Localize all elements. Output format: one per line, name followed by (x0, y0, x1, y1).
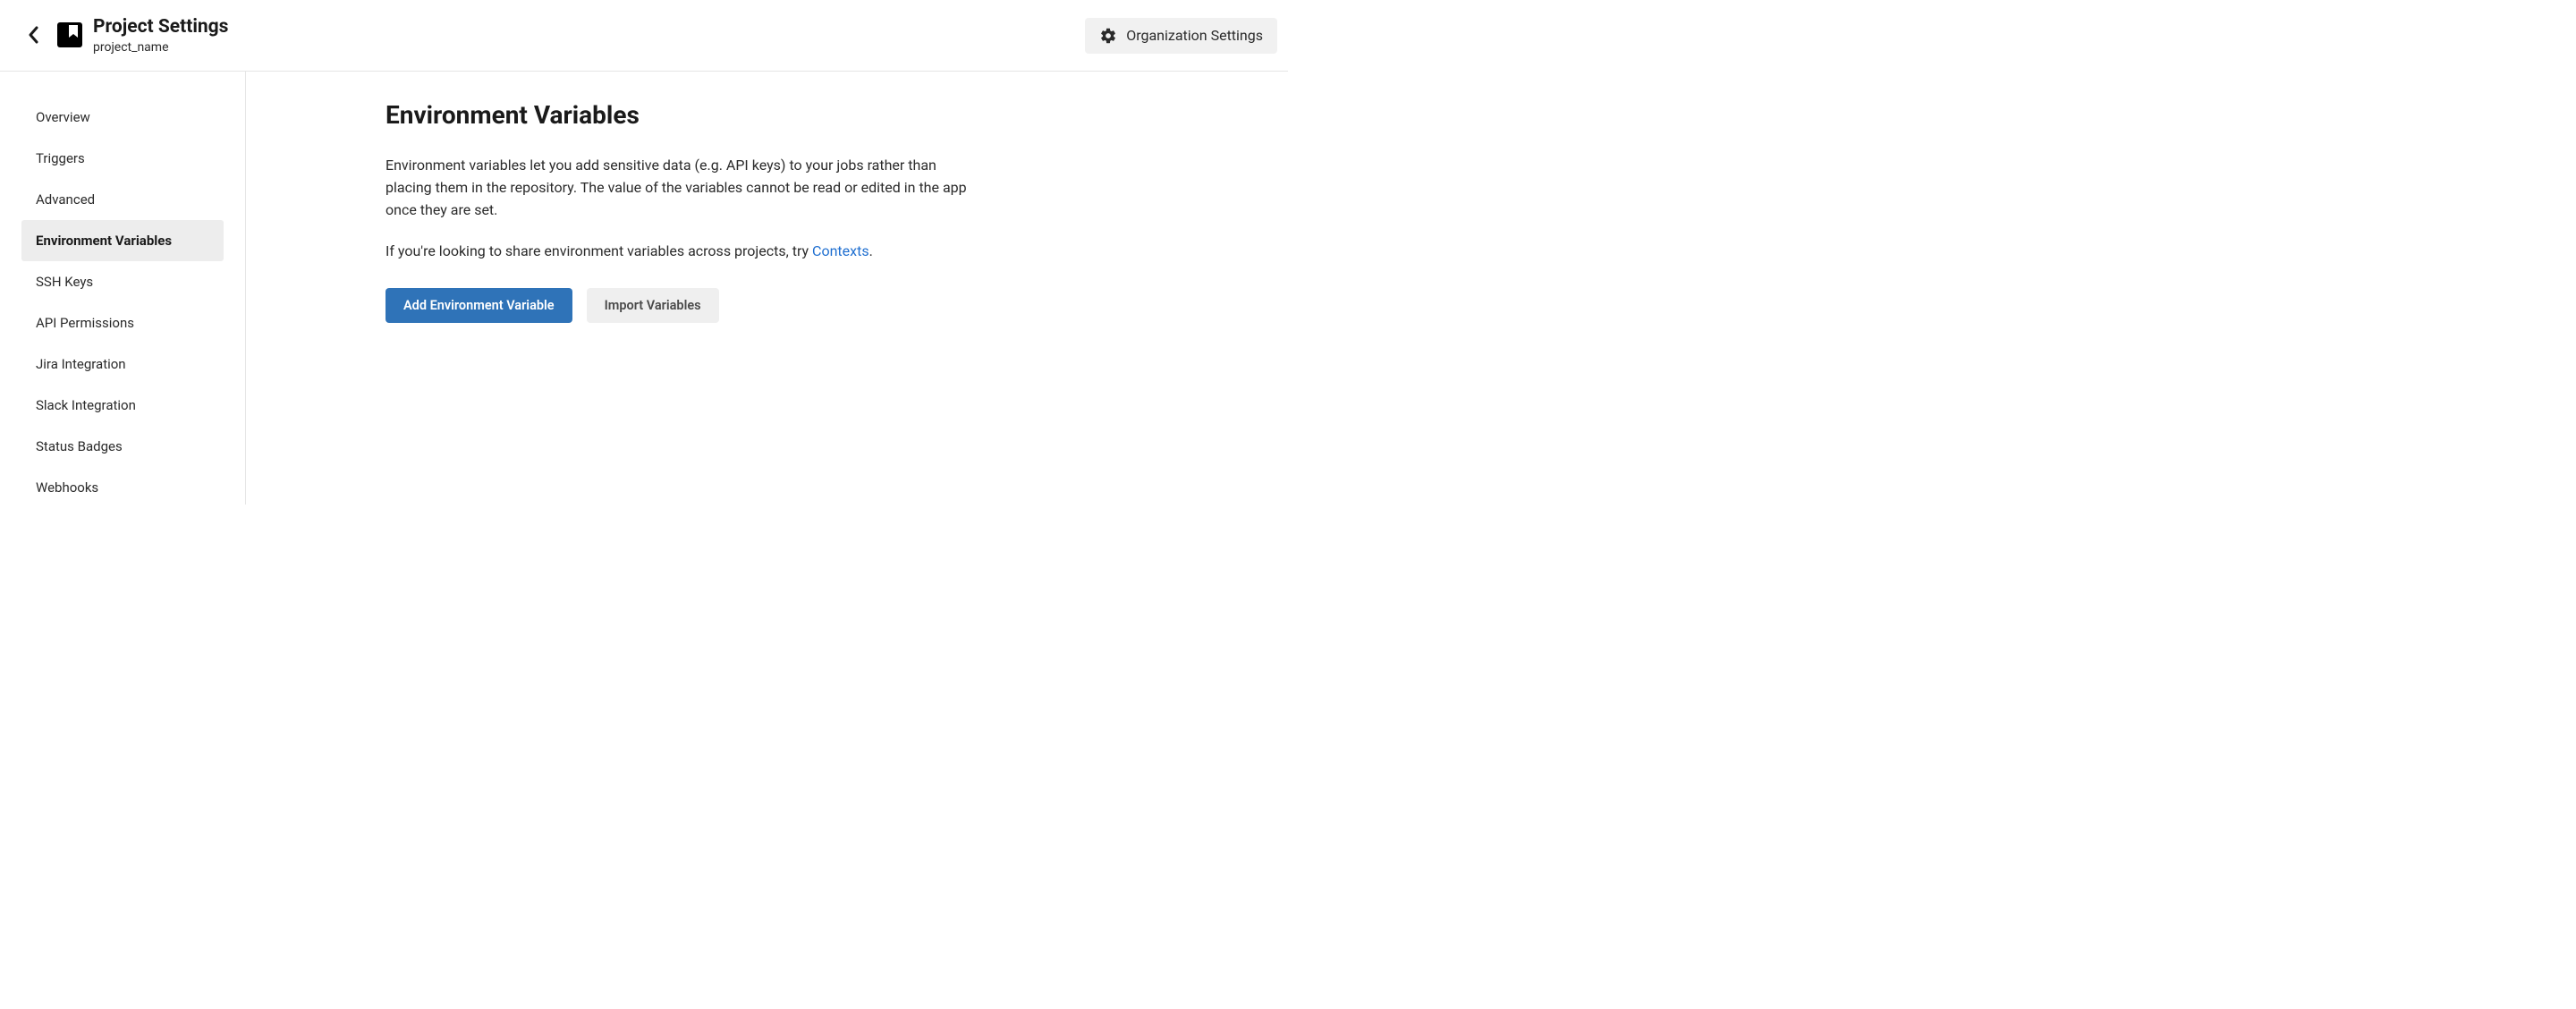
sidebar-item-advanced[interactable]: Advanced (21, 179, 224, 220)
project-icon (57, 22, 82, 47)
sidebar: Overview Triggers Advanced Environment V… (0, 72, 246, 504)
organization-settings-button[interactable]: Organization Settings (1085, 18, 1277, 54)
project-name: project_name (93, 39, 228, 55)
content-wrapper: Environment Variables Environment variab… (386, 100, 976, 323)
description-suffix: . (869, 242, 873, 259)
description-prefix: If you're looking to share environment v… (386, 242, 812, 259)
page-header: Project Settings project_name Organizati… (0, 0, 1288, 72)
sidebar-item-triggers[interactable]: Triggers (21, 138, 224, 179)
import-variables-button[interactable]: Import Variables (587, 288, 719, 323)
sidebar-item-label: Slack Integration (36, 397, 136, 413)
bookmark-icon (69, 25, 78, 38)
sidebar-item-label: Status Badges (36, 438, 123, 454)
sidebar-item-environment-variables[interactable]: Environment Variables (21, 220, 224, 261)
sidebar-item-label: Jira Integration (36, 356, 126, 372)
add-environment-variable-button[interactable]: Add Environment Variable (386, 288, 572, 323)
sidebar-item-label: Webhooks (36, 479, 98, 496)
sidebar-item-webhooks[interactable]: Webhooks (21, 467, 224, 508)
sidebar-item-label: SSH Keys (36, 274, 93, 290)
sidebar-item-label: API Permissions (36, 315, 134, 331)
layout: Overview Triggers Advanced Environment V… (0, 72, 1288, 504)
section-title: Environment Variables (386, 100, 976, 130)
page-title: Project Settings (93, 15, 228, 39)
section-description-contexts: If you're looking to share environment v… (386, 241, 976, 263)
sidebar-item-label: Triggers (36, 150, 85, 166)
sidebar-item-ssh-keys[interactable]: SSH Keys (21, 261, 224, 302)
header-titles: Project Settings project_name (93, 15, 228, 55)
sidebar-item-label: Overview (36, 109, 90, 125)
sidebar-item-jira-integration[interactable]: Jira Integration (21, 343, 224, 385)
sidebar-item-overview[interactable]: Overview (21, 97, 224, 138)
sidebar-item-api-permissions[interactable]: API Permissions (21, 302, 224, 343)
sidebar-item-label: Environment Variables (36, 233, 172, 249)
sidebar-item-slack-integration[interactable]: Slack Integration (21, 385, 224, 426)
gear-icon (1099, 27, 1117, 45)
back-button[interactable] (21, 22, 47, 47)
sidebar-item-label: Advanced (36, 191, 95, 208)
contexts-link[interactable]: Contexts (812, 242, 869, 259)
header-left: Project Settings project_name (21, 15, 228, 55)
button-row: Add Environment Variable Import Variable… (386, 288, 976, 323)
section-description: Environment variables let you add sensit… (386, 155, 976, 221)
organization-settings-label: Organization Settings (1126, 27, 1263, 44)
sidebar-item-status-badges[interactable]: Status Badges (21, 426, 224, 467)
main-content: Environment Variables Environment variab… (246, 72, 1288, 504)
chevron-left-icon (28, 26, 40, 44)
